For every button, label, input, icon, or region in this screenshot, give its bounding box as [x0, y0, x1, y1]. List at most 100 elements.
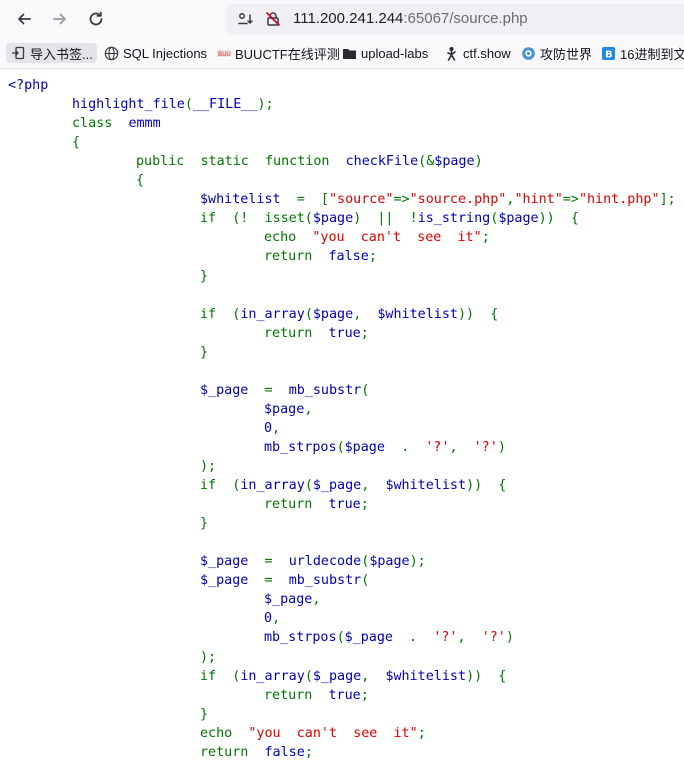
insecure-lock-icon[interactable] — [264, 10, 282, 32]
code-token: )) { — [458, 306, 499, 322]
svg-text:BUU: BUU — [218, 51, 231, 58]
bookmark-ctfshow[interactable]: ctf.show — [443, 43, 511, 63]
code-token: , — [304, 401, 313, 417]
code-token: $page — [369, 554, 410, 570]
code-line: } — [200, 705, 208, 724]
code-token: 0 — [264, 420, 273, 436]
code-token: ( — [304, 478, 313, 494]
bookmark-label: 攻防世界 — [540, 46, 593, 62]
code-token: mb_strpos — [264, 630, 337, 646]
code-token: in_array — [240, 478, 305, 494]
code-token: ; — [368, 249, 377, 265]
bookmark-buuctf[interactable]: BUU BUUCTF在线评测 — [215, 43, 340, 63]
code-token: ) — [497, 439, 506, 455]
back-button[interactable] — [11, 6, 37, 32]
code-line: ); — [200, 457, 216, 476]
code-token: $_page — [344, 630, 410, 646]
code-token: __FILE__ — [192, 97, 258, 113]
code-line: } — [200, 343, 208, 362]
code-token: "you can't see it" — [248, 725, 418, 741]
code-token: in_array — [240, 306, 305, 322]
code-token: $_page — [200, 573, 265, 589]
code-token: "source.php" — [409, 192, 507, 208]
code-token: = [ — [296, 192, 329, 208]
code-token: ( — [304, 306, 313, 322]
code-line: $whitelist = ["source"=>"source.php","hi… — [200, 190, 676, 209]
code-line: $_page = mb_substr( — [200, 571, 369, 590]
bookmark-label: SQL Injections — [123, 45, 208, 61]
code-token: echo — [264, 230, 313, 246]
site-info-icon[interactable] — [236, 10, 254, 32]
code-line: $_page = urldecode($page); — [200, 552, 426, 571]
code-token: ; — [360, 687, 369, 703]
code-token: ; — [481, 230, 490, 246]
code-token: mb_strpos — [264, 439, 337, 455]
svg-text:B: B — [605, 49, 613, 60]
code-token: checkFile — [345, 154, 419, 170]
code-line: $_page = mb_substr( — [200, 381, 369, 400]
code-token: $whitelist — [200, 192, 297, 208]
code-token: $page — [312, 211, 354, 227]
code-token: , — [449, 439, 474, 455]
code-token: urldecode — [288, 554, 362, 570]
globe-icon — [103, 45, 119, 61]
code-token: return — [200, 744, 265, 760]
code-token: false — [328, 249, 369, 265]
code-token: 0 — [264, 611, 273, 627]
code-line: 0, — [264, 419, 280, 438]
code-token: "hint" — [514, 192, 563, 208]
code-token: ( — [336, 630, 345, 646]
code-token: in_array — [240, 668, 305, 684]
code-token: ( — [184, 97, 193, 113]
code-token: } — [200, 706, 209, 722]
address-bar[interactable]: 111.200.241.244:65067/source.php — [226, 4, 684, 34]
code-token: , — [353, 306, 378, 322]
code-token: = — [264, 554, 289, 570]
code-token: $_page — [312, 478, 362, 494]
source-code-view: <?php highlight_file(__FILE__); class emmm… — [0, 68, 684, 764]
code-line: return true; — [264, 495, 369, 514]
code-line: if (in_array($_page, $whitelist)) { — [200, 667, 506, 686]
forward-button[interactable] — [47, 6, 73, 32]
code-token: , — [272, 420, 281, 436]
code-token: return — [264, 325, 329, 341]
code-token: { — [72, 135, 81, 151]
code-token: $_page — [200, 554, 265, 570]
code-line: mb_strpos($page . '?', '?') — [264, 438, 506, 457]
code-token: highlight_file — [72, 97, 185, 113]
bookmark-upload-labs[interactable]: upload-labs — [341, 43, 428, 63]
code-token: class — [72, 116, 129, 132]
code-token: , — [361, 478, 386, 494]
code-line: } — [200, 514, 208, 533]
bookmark-label: ctf.show — [463, 45, 511, 61]
code-token: ) — [505, 630, 514, 646]
code-token: "source" — [329, 192, 394, 208]
code-line: echo "you can't see it"; — [264, 228, 490, 247]
code-token: . — [401, 439, 426, 455]
code-token: <?php — [8, 78, 49, 93]
code-token: ); — [409, 554, 426, 570]
code-token: if ( — [200, 478, 241, 494]
code-line: { — [136, 171, 144, 190]
code-line: $_page, — [264, 590, 320, 609]
bookmark-adworld[interactable]: 攻防世界 — [520, 43, 592, 63]
bookmark-hex[interactable]: B 16进制到文 — [600, 43, 684, 63]
url-path: :65067/source.php — [403, 10, 528, 27]
code-token: $whitelist — [377, 306, 458, 322]
bookmark-import[interactable]: 导入书签... — [6, 43, 97, 63]
url-text[interactable]: 111.200.241.244:65067/source.php — [293, 10, 528, 27]
code-token: is_string — [417, 211, 491, 227]
bookmark-sql-injections[interactable]: SQL Injections — [103, 43, 207, 63]
code-token: false — [264, 744, 305, 760]
bookmark-label: 导入书签... — [30, 46, 93, 62]
reload-button[interactable] — [83, 6, 109, 32]
code-token: $whitelist — [385, 668, 467, 684]
code-token: return — [264, 687, 329, 703]
code-token: . — [409, 630, 434, 646]
bookmark-label: BUUCTF在线评测 — [235, 46, 340, 62]
code-token: true — [328, 325, 361, 341]
import-icon — [10, 45, 26, 61]
code-token: ( — [361, 573, 370, 589]
code-token: "you can't see it" — [312, 230, 482, 246]
back-arrow-icon — [18, 13, 31, 25]
